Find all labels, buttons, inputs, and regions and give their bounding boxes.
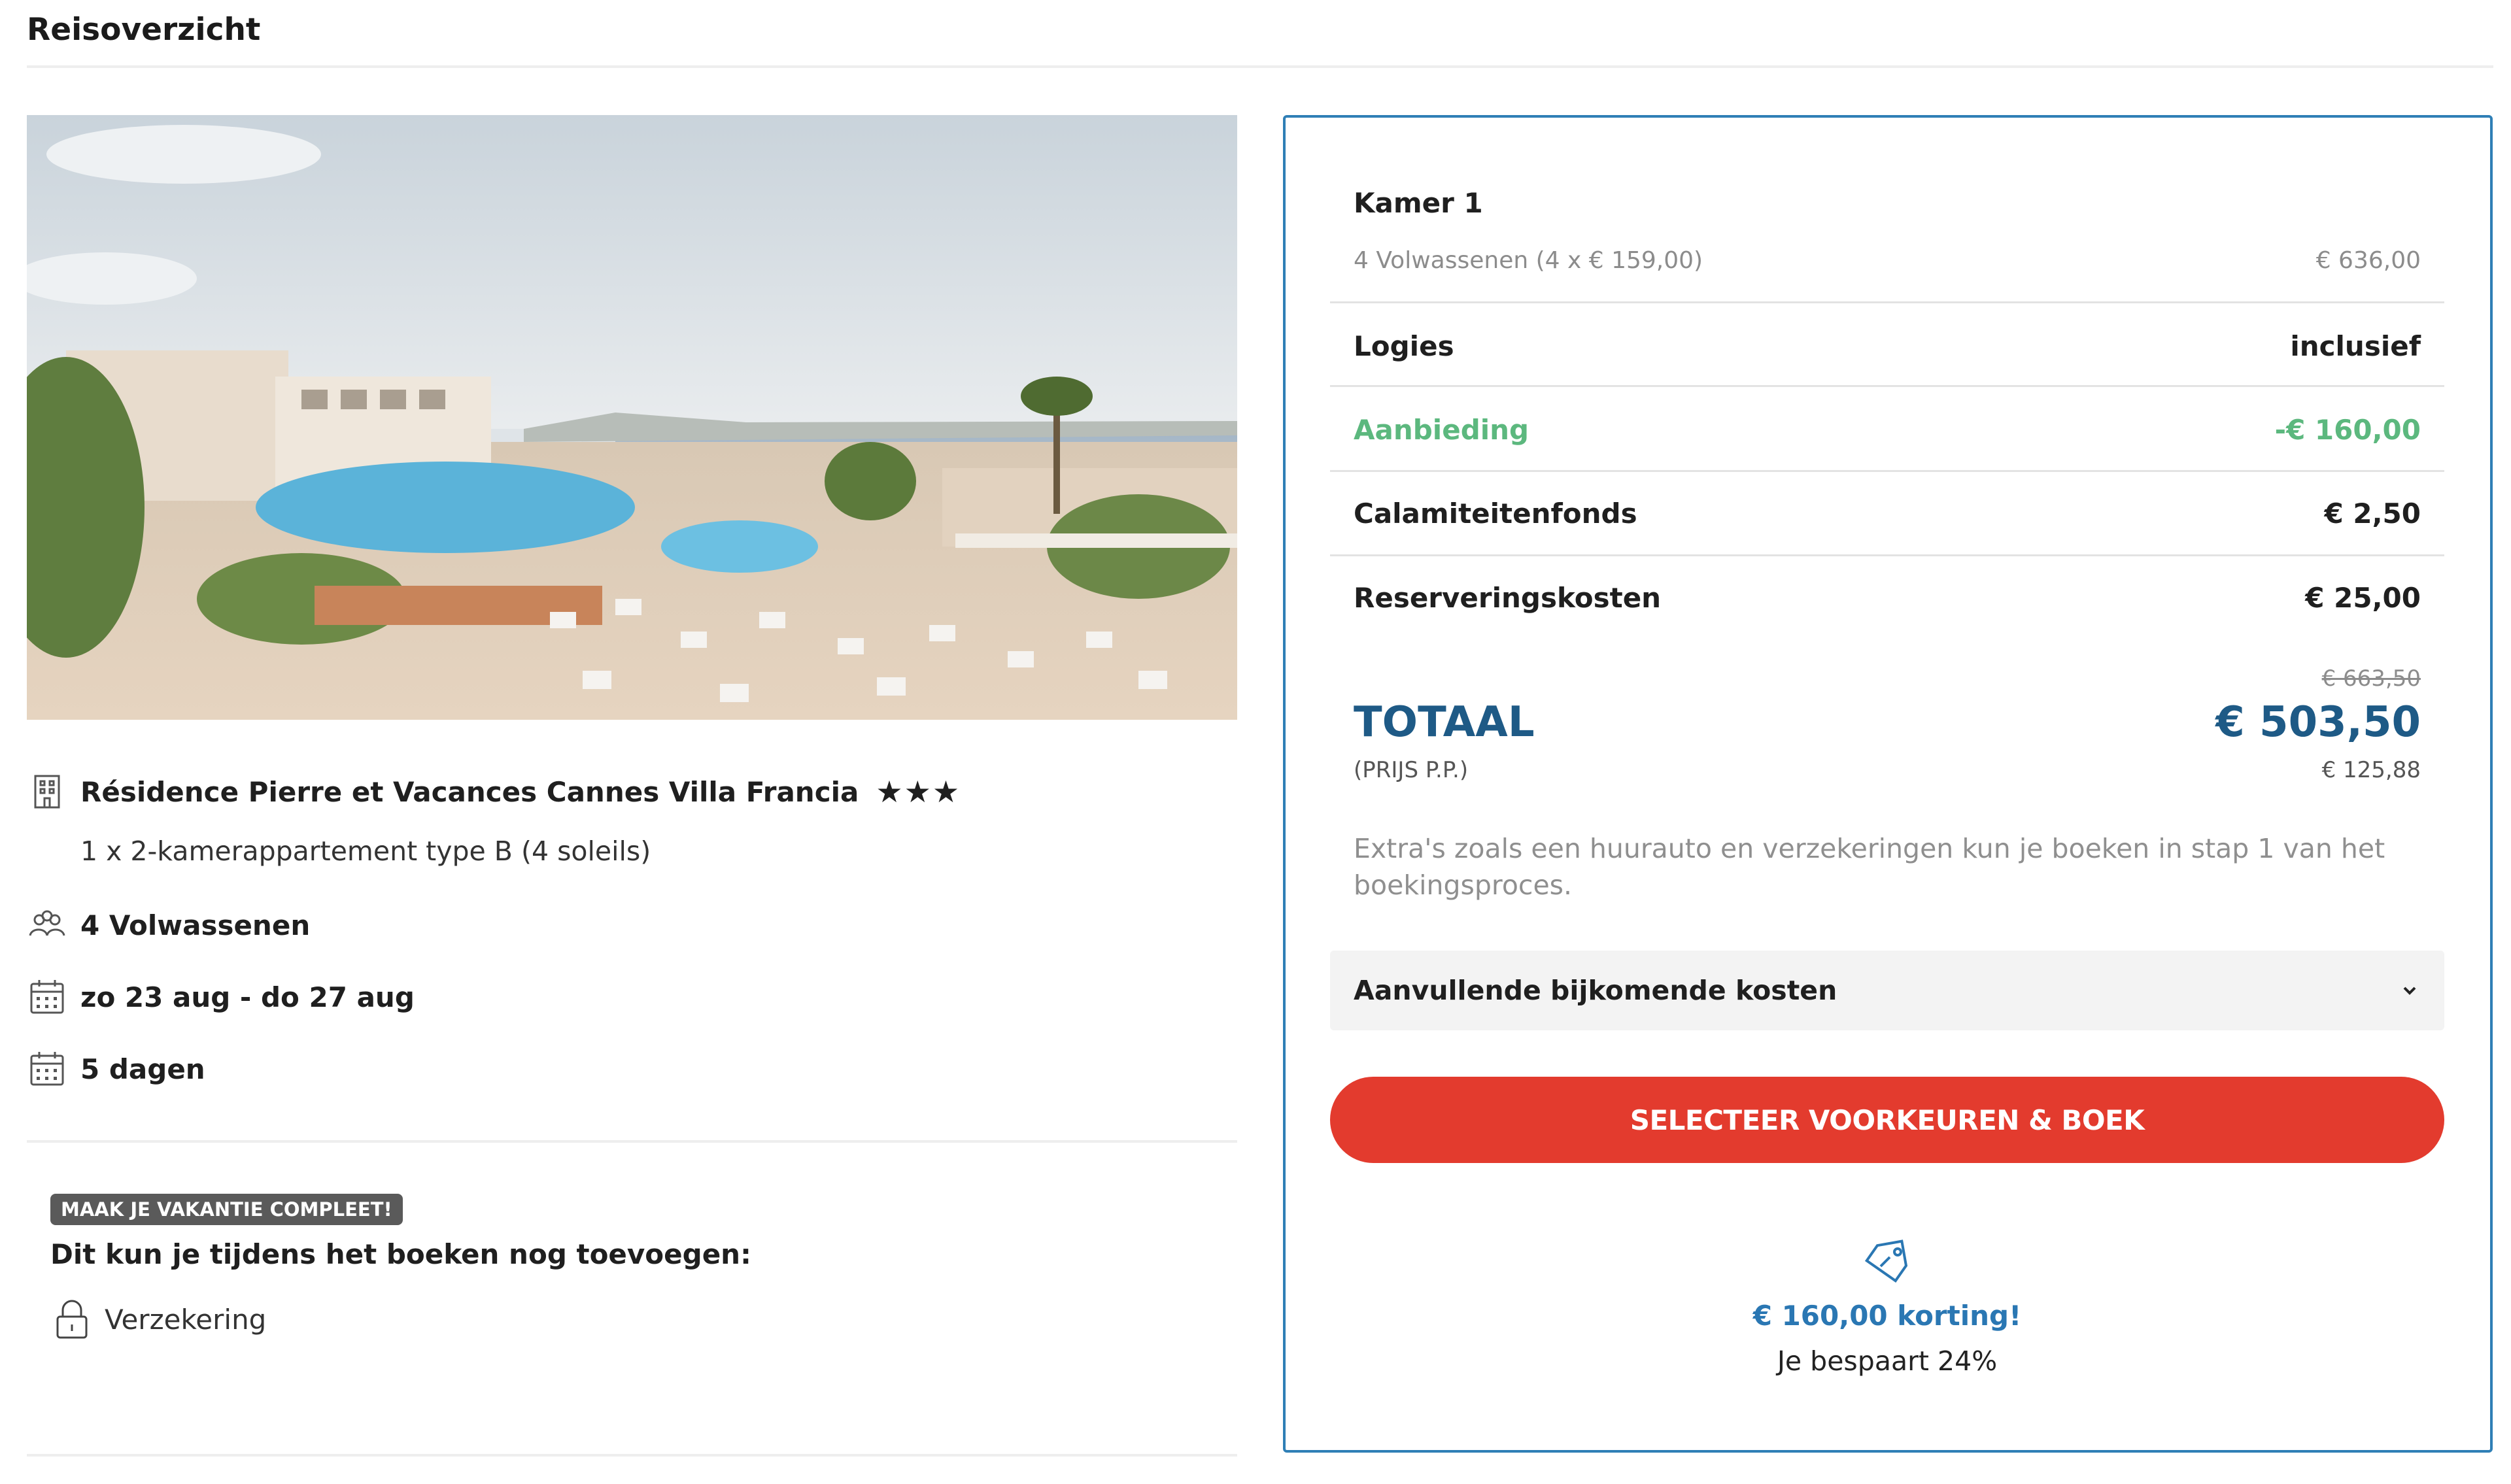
lock-icon [56, 1300, 88, 1339]
accordion-label: Aanvullende bijkomende kosten [1354, 975, 1837, 1006]
promo-item-label: Verzekering [105, 1303, 267, 1336]
header-divider [27, 65, 2493, 68]
price-line-value: -€ 160,00 [2274, 414, 2421, 446]
total-price: € 503,50 [2215, 698, 2421, 747]
price-line-reservation-fee: Reserveringskosten € 25,00 [1354, 582, 2421, 614]
price-divider [1330, 301, 2444, 303]
price-divider [1330, 470, 2444, 472]
price-line-label: Calamiteitenfonds [1354, 497, 1637, 530]
price-line-logies: Logies inclusief [1354, 330, 2421, 362]
hotel-name-row: Résidence Pierre et Vacances Cannes Vill… [27, 771, 961, 812]
room-title-row: Kamer 1 [1354, 187, 2421, 219]
room-description: 1 x 2-kamerappartement type B (4 soleils… [80, 835, 651, 867]
price-line-label: Aanbieding [1354, 414, 1529, 446]
dates-row: zo 23 aug - do 27 aug [27, 977, 415, 1017]
room-detail-label: 4 Volwassenen (4 x € 159,00) [1354, 247, 1703, 274]
hotel-photo-illustration [27, 115, 1237, 720]
footer-divider [27, 1454, 1237, 1457]
star-icon: ★ [904, 774, 931, 809]
price-per-person-label: (PRIJS P.P.) [1354, 757, 1469, 783]
promo-item-insurance: Verzekering [54, 1298, 266, 1340]
people-icon [27, 905, 67, 945]
price-line-label: Reserveringskosten [1354, 582, 1662, 614]
star-rating: ★ ★ ★ [876, 777, 961, 807]
page-title: Reisoverzicht [27, 12, 261, 48]
room-detail-row: 4 Volwassenen (4 x € 159,00) € 636,00 [1354, 247, 2421, 274]
price-divider [1330, 554, 2444, 556]
price-line-offer: Aanbieding -€ 160,00 [1354, 414, 2421, 446]
calendar-icon [27, 977, 67, 1017]
additional-costs-accordion[interactable]: Aanvullende bijkomende kosten [1330, 951, 2444, 1030]
room-title: Kamer 1 [1354, 187, 1483, 219]
hotel-photo[interactable] [27, 115, 1237, 720]
section-divider [27, 1140, 1237, 1143]
calendar-icon [27, 1049, 67, 1089]
travellers-row: 4 Volwassenen [27, 905, 310, 945]
price-line-label: Logies [1354, 330, 1454, 362]
price-line-value: inclusief [2290, 330, 2421, 362]
price-tag-icon [1864, 1239, 1908, 1283]
saving-percentage: Je bespaart 24% [1777, 1345, 1998, 1377]
select-preferences-book-button[interactable]: SELECTEER VOORKEUREN & BOEK [1330, 1077, 2444, 1163]
trip-duration: 5 dagen [80, 1053, 205, 1085]
total-label: TOTAAL [1354, 698, 1535, 747]
star-icon: ★ [932, 774, 960, 809]
price-line-value: € 2,50 [2324, 497, 2421, 530]
price-line-calamity-fund: Calamiteitenfonds € 2,50 [1354, 497, 2421, 530]
building-icon [27, 771, 67, 812]
original-total-price: € 663,50 [2321, 666, 2421, 692]
discount-amount: € 160,00 korting! [1752, 1300, 2022, 1332]
star-icon: ★ [876, 774, 903, 809]
travellers-label: 4 Volwassenen [80, 909, 311, 941]
extras-note: Extra's zoals een huurauto en verzekerin… [1354, 833, 2385, 901]
price-line-value: € 25,00 [2305, 582, 2421, 614]
chevron-down-icon[interactable] [2399, 979, 2421, 1002]
duration-row: 5 dagen [27, 1049, 205, 1089]
promo-badge: MAAK JE VAKANTIE COMPLEET! [50, 1194, 403, 1225]
hotel-name[interactable]: Résidence Pierre et Vacances Cannes Vill… [80, 776, 859, 808]
price-divider [1330, 385, 2444, 387]
promo-heading: Dit kun je tijdens het boeken nog toevoe… [50, 1238, 751, 1270]
price-per-person-value: € 125,88 [2321, 757, 2421, 783]
room-detail-value: € 636,00 [2315, 247, 2421, 274]
travel-dates: zo 23 aug - do 27 aug [80, 981, 415, 1013]
